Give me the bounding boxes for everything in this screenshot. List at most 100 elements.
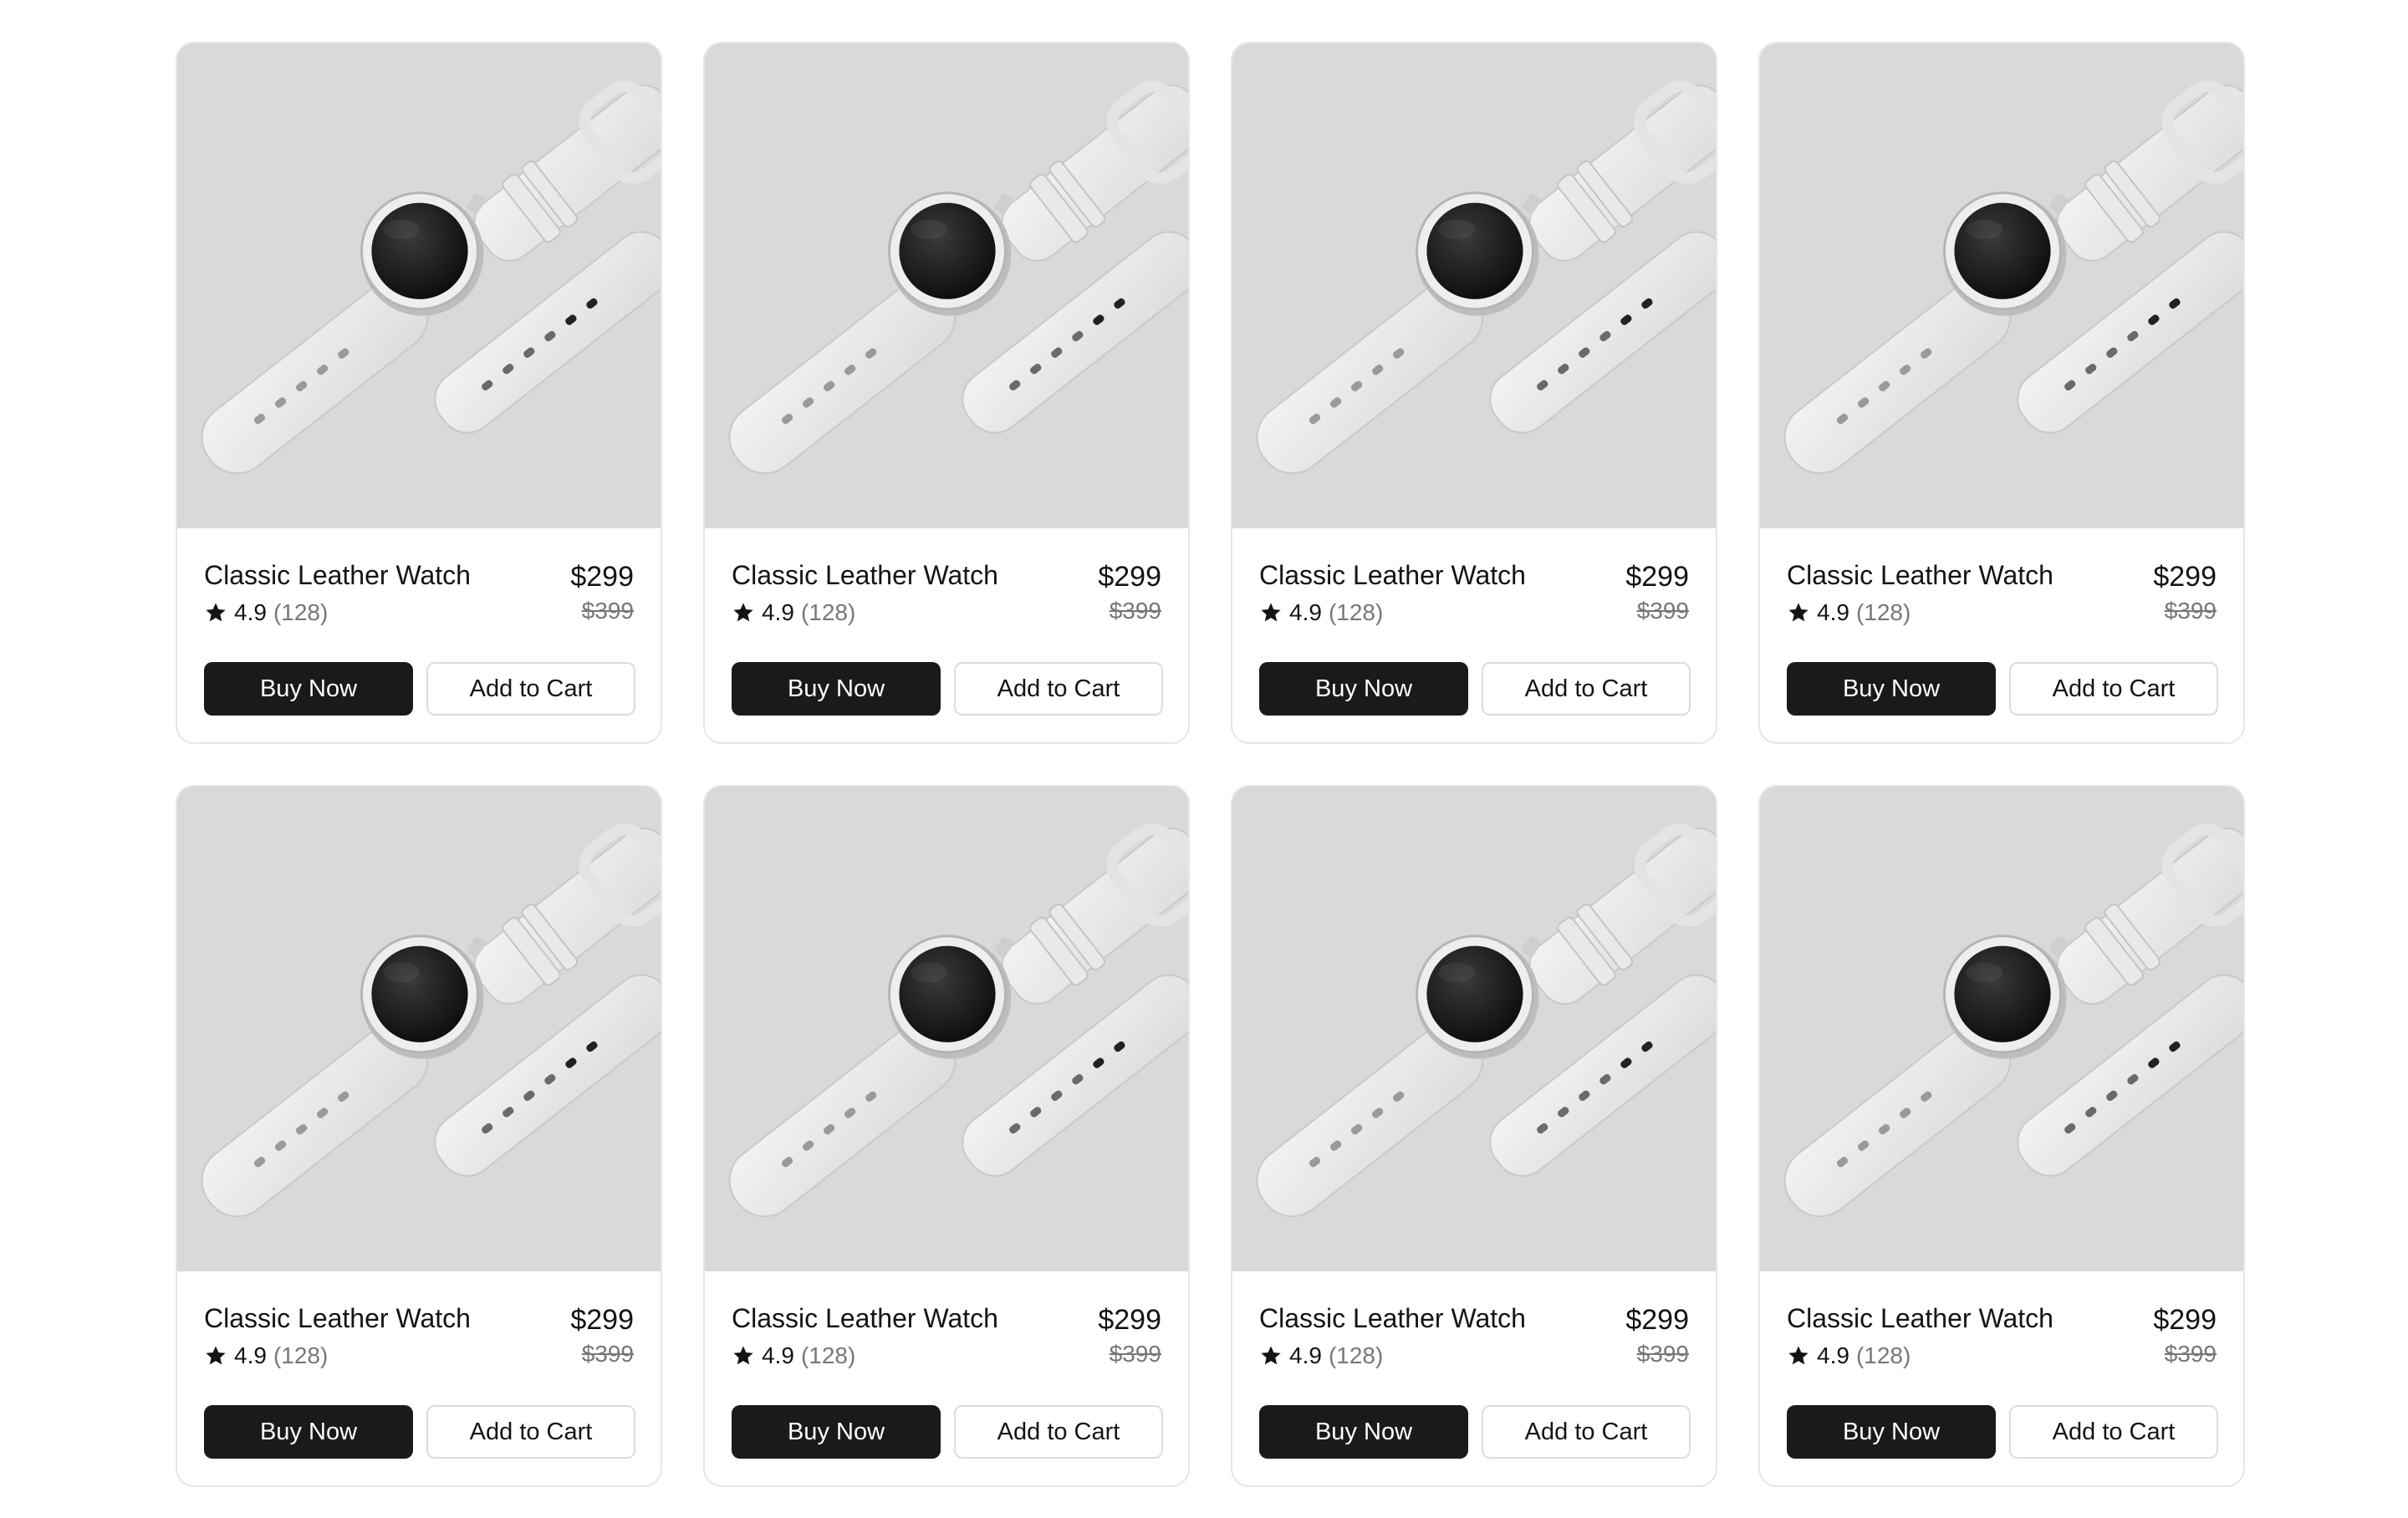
- rating-value: 4.9: [1817, 1342, 1849, 1368]
- rating-value: 4.9: [762, 599, 794, 625]
- product-rating: 4.9 (128): [204, 1342, 328, 1370]
- add-to-cart-button[interactable]: Add to Cart: [954, 1405, 1163, 1459]
- star-icon: [1261, 1346, 1281, 1365]
- buy-now-button[interactable]: Buy Now: [1787, 1405, 1996, 1459]
- rating-value: 4.9: [1289, 599, 1322, 625]
- buy-now-button[interactable]: Buy Now: [204, 662, 413, 716]
- smartwatch-image: [177, 44, 661, 527]
- add-to-cart-button[interactable]: Add to Cart: [1482, 662, 1691, 716]
- product-old-price: $399: [2164, 1341, 2217, 1367]
- review-count: (128): [273, 1342, 329, 1368]
- smartwatch-image: [705, 787, 1188, 1271]
- rating-value: 4.9: [1289, 1342, 1322, 1368]
- product-image[interactable]: [177, 787, 661, 1271]
- product-old-price: $399: [1109, 598, 1161, 624]
- product-image[interactable]: [705, 787, 1188, 1271]
- buy-now-button[interactable]: Buy Now: [204, 1405, 413, 1459]
- star-icon: [1788, 603, 1809, 622]
- review-count: (128): [1328, 1342, 1384, 1368]
- product-info: Classic Leather Watch $299 $399 4.9 (128…: [1760, 1271, 2243, 1485]
- add-to-cart-button[interactable]: Add to Cart: [1482, 1405, 1691, 1459]
- product-price: $299: [2153, 1304, 2217, 1336]
- product-name[interactable]: Classic Leather Watch: [732, 558, 998, 592]
- product-price: $299: [1625, 561, 1689, 593]
- product-name[interactable]: Classic Leather Watch: [1787, 558, 2053, 592]
- product-rating: 4.9 (128): [204, 599, 328, 627]
- add-to-cart-button[interactable]: Add to Cart: [2009, 662, 2218, 716]
- product-rating: 4.9 (128): [1259, 1342, 1383, 1370]
- product-name[interactable]: Classic Leather Watch: [1259, 1302, 1526, 1335]
- smartwatch-image: [1760, 787, 2243, 1271]
- product-name[interactable]: Classic Leather Watch: [1787, 1302, 2053, 1335]
- product-card: Classic Leather Watch $299 $399 4.9 (128…: [1758, 785, 2245, 1487]
- product-price: $299: [2153, 561, 2217, 593]
- product-image[interactable]: [1232, 787, 1716, 1271]
- buy-now-button[interactable]: Buy Now: [1787, 662, 1996, 716]
- review-count: (128): [1855, 599, 1911, 625]
- add-to-cart-button[interactable]: Add to Cart: [2009, 1405, 2218, 1459]
- star-icon: [206, 603, 226, 622]
- star-icon: [206, 1346, 226, 1365]
- add-to-cart-button[interactable]: Add to Cart: [954, 662, 1163, 716]
- product-old-price: $399: [2164, 598, 2217, 624]
- review-count: (128): [800, 599, 856, 625]
- product-card: Classic Leather Watch $299 $399 4.9 (128…: [1231, 785, 1717, 1487]
- product-image[interactable]: [1232, 43, 1716, 528]
- buy-now-button[interactable]: Buy Now: [732, 1405, 941, 1459]
- smartwatch-image: [1232, 44, 1716, 527]
- product-card: Classic Leather Watch $299 $399 4.9 (128…: [703, 785, 1190, 1487]
- product-price: $299: [570, 561, 634, 593]
- buy-now-button[interactable]: Buy Now: [732, 662, 941, 716]
- rating-value: 4.9: [762, 1342, 794, 1368]
- buy-now-button[interactable]: Buy Now: [1259, 1405, 1468, 1459]
- product-name[interactable]: Classic Leather Watch: [204, 558, 471, 592]
- product-image[interactable]: [1760, 787, 2243, 1271]
- rating-value: 4.9: [234, 599, 267, 625]
- smartwatch-image: [1760, 44, 2243, 527]
- product-price: $299: [1098, 1304, 1161, 1336]
- review-count: (128): [273, 599, 329, 625]
- star-icon: [1788, 1346, 1809, 1365]
- product-image[interactable]: [177, 43, 661, 528]
- product-old-price: $399: [1636, 1341, 1689, 1367]
- product-old-price: $399: [1636, 598, 1689, 624]
- product-name[interactable]: Classic Leather Watch: [732, 1302, 998, 1335]
- product-old-price: $399: [581, 598, 634, 624]
- smartwatch-image: [1232, 787, 1716, 1271]
- product-info: Classic Leather Watch $299 $399 4.9 (128…: [705, 1271, 1188, 1485]
- product-price: $299: [570, 1304, 634, 1336]
- product-info: Classic Leather Watch $299 $399 4.9 (128…: [177, 1271, 661, 1485]
- product-price: $299: [1625, 1304, 1689, 1336]
- add-to-cart-button[interactable]: Add to Cart: [426, 1405, 635, 1459]
- add-to-cart-button[interactable]: Add to Cart: [426, 662, 635, 716]
- review-count: (128): [800, 1342, 856, 1368]
- product-image[interactable]: [705, 43, 1188, 528]
- review-count: (128): [1328, 599, 1384, 625]
- product-info: Classic Leather Watch $299 $399 4.9 (128…: [1232, 528, 1716, 742]
- product-price: $299: [1098, 561, 1161, 593]
- star-icon: [1261, 603, 1281, 622]
- star-icon: [733, 1346, 753, 1365]
- product-grid: Classic Leather Watch $299 $399 4.9 (128…: [176, 42, 2245, 1487]
- product-card: Classic Leather Watch $299 $399 4.9 (128…: [176, 42, 662, 744]
- product-info: Classic Leather Watch $299 $399 4.9 (128…: [705, 528, 1188, 742]
- product-old-price: $399: [581, 1341, 634, 1367]
- product-rating: 4.9 (128): [1787, 599, 1911, 627]
- product-info: Classic Leather Watch $299 $399 4.9 (128…: [177, 528, 661, 742]
- product-info: Classic Leather Watch $299 $399 4.9 (128…: [1232, 1271, 1716, 1485]
- product-old-price: $399: [1109, 1341, 1161, 1367]
- product-card: Classic Leather Watch $299 $399 4.9 (128…: [703, 42, 1190, 744]
- product-image[interactable]: [1760, 43, 2243, 528]
- review-count: (128): [1855, 1342, 1911, 1368]
- smartwatch-image: [177, 787, 661, 1271]
- product-card: Classic Leather Watch $299 $399 4.9 (128…: [176, 785, 662, 1487]
- product-name[interactable]: Classic Leather Watch: [204, 1302, 471, 1335]
- product-rating: 4.9 (128): [732, 599, 855, 627]
- product-card: Classic Leather Watch $299 $399 4.9 (128…: [1231, 42, 1717, 744]
- product-rating: 4.9 (128): [1259, 599, 1383, 627]
- product-rating: 4.9 (128): [732, 1342, 855, 1370]
- star-icon: [733, 603, 753, 622]
- buy-now-button[interactable]: Buy Now: [1259, 662, 1468, 716]
- smartwatch-image: [705, 44, 1188, 527]
- product-name[interactable]: Classic Leather Watch: [1259, 558, 1526, 592]
